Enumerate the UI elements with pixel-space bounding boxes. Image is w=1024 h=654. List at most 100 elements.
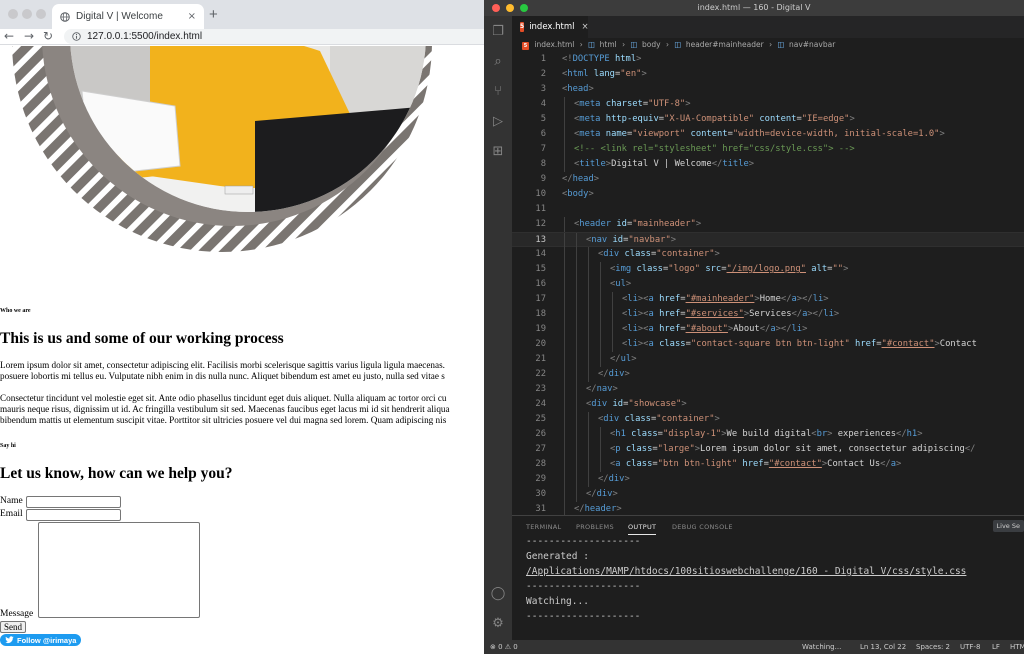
code-line[interactable]: 25 <div class="container"> <box>512 412 1024 427</box>
code-line[interactable]: 6 <meta name="viewport" content="width=de… <box>512 127 1024 142</box>
code-line[interactable]: 1 <!DOCTYPE html> <box>512 52 1024 67</box>
eol-status[interactable]: LF <box>992 640 1000 654</box>
code-content: <nav id="navbar"> <box>586 233 676 248</box>
vscode-maximize-button[interactable] <box>520 4 528 12</box>
run-debug-icon[interactable]: ▷ <box>489 114 507 130</box>
code-line[interactable]: 19 <li><a href="#about">About</a></li> <box>512 322 1024 337</box>
extensions-icon[interactable]: ⊞ <box>489 144 507 160</box>
problems-status[interactable]: ⊗ 0 ⚠ 0 <box>490 640 518 654</box>
code-line[interactable]: 17 <li><a href="#mainheader">Home</a></li… <box>512 292 1024 307</box>
breadcrumb-item[interactable]: body <box>642 40 661 49</box>
minimize-window-button[interactable] <box>22 9 32 19</box>
code-line[interactable]: 3 <head> <box>512 82 1024 97</box>
tab-terminal[interactable]: TERMINAL <box>526 523 561 531</box>
twitter-follow-button[interactable]: Follow @irimaya <box>0 634 82 646</box>
about-paragraph-line: posuere lobortis mi tellus eu. Vulputate… <box>0 371 445 381</box>
indent-guide <box>600 457 601 472</box>
back-icon[interactable]: ← <box>4 30 14 42</box>
code-line[interactable]: 23 </nav> <box>512 382 1024 397</box>
explorer-icon[interactable]: ❐ <box>489 24 507 40</box>
breadcrumb-item[interactable]: nav#navbar <box>789 40 835 49</box>
code-line[interactable]: 9 </head> <box>512 172 1024 187</box>
search-icon[interactable]: ⌕ <box>489 54 507 70</box>
watching-status[interactable]: Watching... <box>802 640 841 654</box>
address-bar[interactable]: 127.0.0.1:5500/index.html <box>64 29 484 44</box>
code-line[interactable]: 5 <meta http-equiv="X-UA-Compatible" cont… <box>512 112 1024 127</box>
name-input[interactable] <box>26 496 121 508</box>
code-line[interactable]: 18 <li><a href="#services">Services</a></… <box>512 307 1024 322</box>
page-viewport: Who we are This is us and some of our wo… <box>0 46 484 654</box>
code-token: </ <box>610 354 621 364</box>
email-input[interactable] <box>26 509 121 521</box>
code-line[interactable]: 21 </ul> <box>512 352 1024 367</box>
line-number: 10 <box>535 189 546 199</box>
code-line[interactable]: 4 <meta charset="UTF-8"> <box>512 97 1024 112</box>
editor-tab-index-html[interactable]: 5 index.html × <box>512 16 589 38</box>
language-status[interactable]: HTM <box>1010 640 1024 654</box>
breadcrumb-item[interactable]: index.html <box>534 40 574 49</box>
info-icon[interactable] <box>72 32 81 41</box>
code-token: http-equiv <box>600 114 659 124</box>
tab-problems[interactable]: PROBLEMS <box>576 523 614 531</box>
manage-gear-icon[interactable]: ⚙ <box>489 616 507 632</box>
code-token: > <box>625 279 632 289</box>
live-server-button[interactable]: Live Se <box>992 520 1024 532</box>
code-line[interactable]: 26 <h1 class="display-1">We build digital… <box>512 427 1024 442</box>
maximize-window-button[interactable] <box>36 9 46 19</box>
tab-output[interactable]: OUTPUT <box>628 523 657 535</box>
code-token: name <box>600 129 627 139</box>
breadcrumb-item[interactable]: header#mainheader <box>686 40 764 49</box>
code-line[interactable]: 2 <html lang="en"> <box>512 67 1024 82</box>
code-editor[interactable]: 1 <!DOCTYPE html> 2 <html lang="en"> 3 <head>… <box>512 52 1024 517</box>
tab-debug-console[interactable]: DEBUG CONSOLE <box>672 523 733 531</box>
editor-tab-label: index.html <box>529 22 575 32</box>
code-content: </ul> <box>610 352 636 367</box>
code-token: > <box>695 219 702 229</box>
line-number: 3 <box>540 84 546 94</box>
source-control-icon[interactable]: ⑂ <box>489 84 507 100</box>
encoding-status[interactable]: UTF-8 <box>960 640 980 654</box>
cursor-position-status[interactable]: Ln 13, Col 22 <box>860 640 906 654</box>
code-token: >< <box>637 309 649 319</box>
forward-icon[interactable]: → <box>24 30 34 42</box>
breadcrumb-item[interactable]: html <box>600 40 617 49</box>
close-editor-tab-icon[interactable]: × <box>582 22 589 32</box>
activity-bar: ❐ ⌕ ⑂ ▷ ⊞ ◯ ⚙ <box>484 16 512 640</box>
browser-tab[interactable]: Digital V | Welcome × <box>52 4 204 29</box>
code-line[interactable]: 29 </div> <box>512 472 1024 487</box>
send-button[interactable]: Send <box>0 621 26 633</box>
code-content: <body> <box>562 187 594 202</box>
code-line[interactable]: 20 <li><a class="contact-square btn btn-l… <box>512 337 1024 352</box>
vscode-close-button[interactable] <box>492 4 500 12</box>
code-line[interactable]: 14 <div class="container"> <box>512 247 1024 262</box>
close-tab-icon[interactable]: × <box>188 11 196 22</box>
close-window-button[interactable] <box>8 9 18 19</box>
indent-guide <box>612 322 613 337</box>
code-line[interactable]: 7 <!-- <link rel="stylesheet" href="css/s… <box>512 142 1024 157</box>
account-icon[interactable]: ◯ <box>489 586 507 602</box>
code-line[interactable]: 15 <img class="logo" src="/img/logo.png" … <box>512 262 1024 277</box>
code-line[interactable]: 24 <div id="showcase"> <box>512 397 1024 412</box>
output-path-link[interactable]: /Applications/MAMP/htdocs/100sitioswebch… <box>526 566 966 577</box>
reload-icon[interactable]: ↻ <box>43 30 53 42</box>
code-line[interactable]: 30 </div> <box>512 487 1024 502</box>
code-line[interactable]: 8 <title>Digital V | Welcome</title> <box>512 157 1024 172</box>
new-tab-button[interactable]: + <box>209 6 218 23</box>
code-line[interactable]: 13 <nav id="navbar"> <box>512 232 1024 248</box>
code-token: "en" <box>620 69 642 79</box>
indent-guide <box>564 322 565 337</box>
code-line[interactable]: 22 </div> <box>512 367 1024 382</box>
code-line[interactable]: 16 <ul> <box>512 277 1024 292</box>
code-line[interactable]: 27 <p class="large">Lorem ipsum dolor sit… <box>512 442 1024 457</box>
code-line[interactable]: 11 <box>512 202 1024 217</box>
indent-guide <box>564 247 565 262</box>
indentation-status[interactable]: Spaces: 2 <box>916 640 950 654</box>
code-token: title <box>579 159 606 169</box>
code-line[interactable]: 28 <a class="btn btn-light" href="#contac… <box>512 457 1024 472</box>
element-symbol-icon: ◫ <box>588 40 596 49</box>
code-line[interactable]: 12 <header id="mainheader"> <box>512 217 1024 232</box>
code-line[interactable]: 10 <body> <box>512 187 1024 202</box>
message-textarea[interactable] <box>38 522 200 618</box>
code-token: Contact <box>939 339 977 349</box>
vscode-minimize-button[interactable] <box>506 4 514 12</box>
